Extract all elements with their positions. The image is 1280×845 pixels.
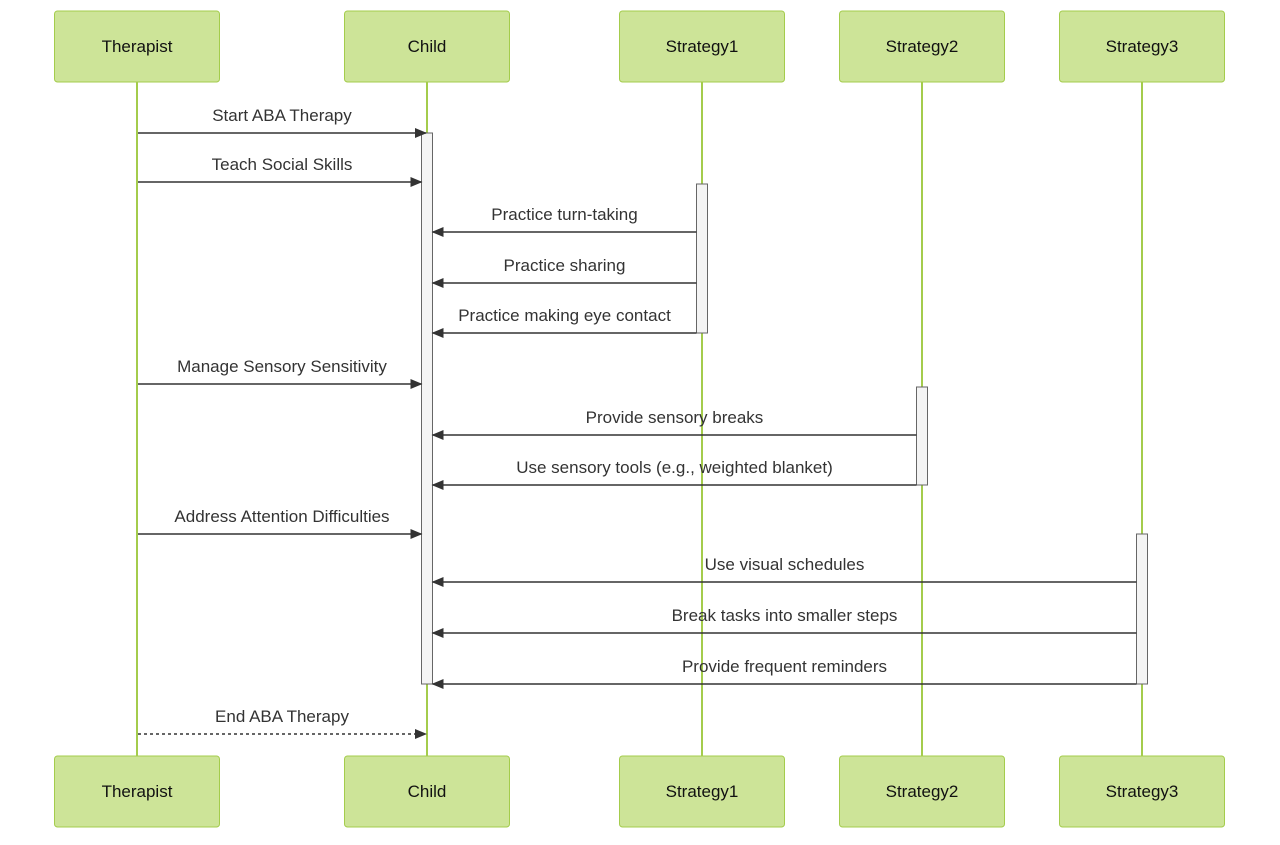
message-label: Start ABA Therapy: [212, 106, 352, 125]
actor-strategy3-top[interactable]: Strategy3: [1059, 10, 1225, 83]
message[interactable]: Practice making eye contact: [431, 306, 697, 338]
message[interactable]: Provide frequent reminders: [431, 657, 1137, 689]
activation-strategy3: [1136, 533, 1148, 685]
actor-therapist-bottom[interactable]: Therapist: [54, 755, 220, 828]
actor-label: Therapist: [102, 37, 173, 56]
message[interactable]: Use visual schedules: [431, 555, 1137, 587]
message-label: Provide frequent reminders: [682, 657, 887, 676]
actor-strategy3-bottom[interactable]: Strategy3: [1059, 755, 1225, 828]
message-label: Practice sharing: [504, 256, 626, 275]
message[interactable]: Practice sharing: [431, 256, 697, 288]
activation-strategy1: [696, 183, 708, 334]
actor-strategy1-bottom[interactable]: Strategy1: [619, 755, 785, 828]
actor-label: Strategy3: [1106, 37, 1179, 56]
actor-label: Strategy2: [886, 782, 959, 801]
message[interactable]: Manage Sensory Sensitivity: [138, 357, 423, 389]
activation-strategy2: [916, 386, 928, 486]
message-label: Address Attention Difficulties: [174, 507, 389, 526]
message-label: Practice turn-taking: [491, 205, 637, 224]
actor-therapist-top[interactable]: Therapist: [54, 10, 220, 83]
message[interactable]: Start ABA Therapy: [138, 106, 427, 138]
actor-strategy1-top[interactable]: Strategy1: [619, 10, 785, 83]
actor-label: Therapist: [102, 782, 173, 801]
message[interactable]: Practice turn-taking: [431, 205, 697, 237]
actor-label: Child: [408, 37, 447, 56]
activation-child: [421, 132, 433, 685]
actor-label: Strategy3: [1106, 782, 1179, 801]
message[interactable]: Teach Social Skills: [138, 155, 423, 187]
message-label: Practice making eye contact: [458, 306, 671, 325]
sequence-diagram: Start ABA Therapy Teach Social Skills Prac…: [54, 10, 1225, 828]
message-label: Provide sensory breaks: [586, 408, 764, 427]
actor-child-bottom[interactable]: Child: [344, 755, 510, 828]
message-label: Use visual schedules: [705, 555, 865, 574]
actor-label: Strategy1: [666, 782, 739, 801]
message-label: Teach Social Skills: [212, 155, 353, 174]
message-label: Break tasks into smaller steps: [672, 606, 898, 625]
actor-label: Child: [408, 782, 447, 801]
message[interactable]: Address Attention Difficulties: [138, 507, 423, 539]
message-label: End ABA Therapy: [215, 707, 349, 726]
actor-child-top[interactable]: Child: [344, 10, 510, 83]
actor-strategy2-top[interactable]: Strategy2: [839, 10, 1005, 83]
message[interactable]: Use sensory tools (e.g., weighted blanke…: [431, 458, 917, 490]
message-label: Manage Sensory Sensitivity: [177, 357, 387, 376]
message[interactable]: Break tasks into smaller steps: [431, 606, 1137, 638]
actor-label: Strategy1: [666, 37, 739, 56]
actor-strategy2-bottom[interactable]: Strategy2: [839, 755, 1005, 828]
message-label: Use sensory tools (e.g., weighted blanke…: [516, 458, 833, 477]
actor-label: Strategy2: [886, 37, 959, 56]
message[interactable]: End ABA Therapy: [138, 707, 427, 739]
message[interactable]: Provide sensory breaks: [431, 408, 917, 440]
